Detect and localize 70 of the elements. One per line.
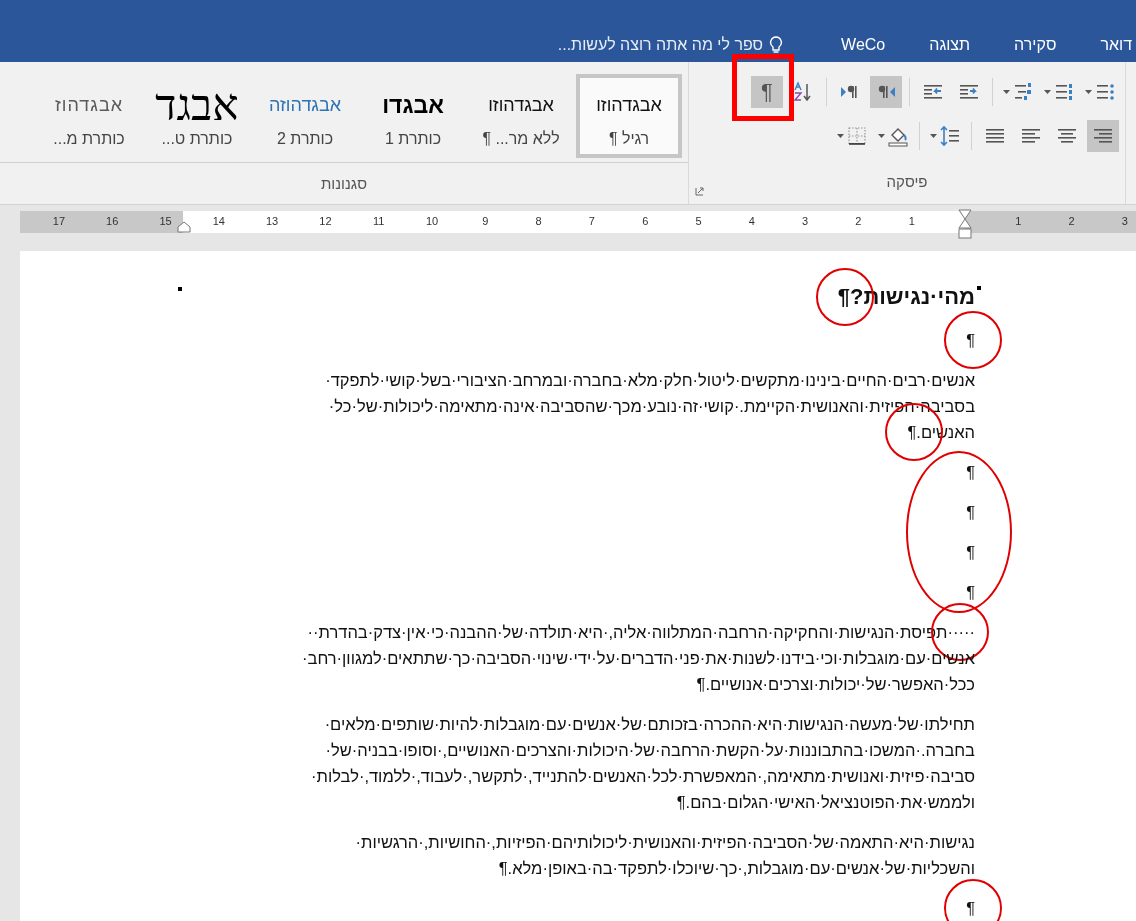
- paragraph-mark: ¶: [966, 895, 975, 921]
- text-line: ככל·האפשר·של·יכולות·וצרכים·אנושיים.¶: [696, 674, 975, 695]
- ruler-number: 2: [1068, 215, 1075, 227]
- ruler-number: 15: [159, 215, 172, 227]
- indent-marker-icon[interactable]: [958, 209, 972, 241]
- text-line: בחברה.·המשכו·בהתבוננות·על·הקשת·הרחבה·של·היכולות·והצרכים·האנושיים,·וסופו·בבניה·של·: [325, 740, 975, 761]
- dropdown-caret-icon: [837, 134, 844, 138]
- style-option[interactable]: אבגדהוז כותרת מ...: [36, 74, 142, 158]
- ruler-number: 16: [106, 215, 119, 227]
- lightbulb-icon: [769, 36, 784, 54]
- crop-mark: [178, 287, 182, 291]
- ruler-number: 10: [425, 215, 439, 227]
- text-line: תחילתו·של·מעשה·הנגישות·היא·ההכרה·בזכותם·של·אנשים·עם·מוגבלות·להיות·שותפים·מלאים·: [324, 714, 975, 735]
- ruler-number: 3: [802, 215, 809, 227]
- text-line: אנשים·רבים·החיים·בינינו·מתקשים·ליטול·חלק·מלא·בחברה·ובמרחב·הציבורי·בשל·קושי·לתפקד·: [325, 370, 975, 391]
- toolbar-button[interactable]: [1087, 120, 1119, 152]
- heading-mark: [977, 286, 981, 290]
- ruler-number: 3: [1121, 215, 1128, 227]
- paragraph-mark: ¶: [966, 542, 975, 563]
- ruler-number: 8: [535, 215, 542, 227]
- group-label: פיסקה: [886, 172, 928, 190]
- dropdown-caret-icon: [930, 134, 937, 138]
- menu-tab[interactable]: סקירה: [1014, 36, 1057, 54]
- menu-tab[interactable]: תצוגה: [929, 36, 971, 54]
- bullet-list-icon: [1094, 81, 1116, 103]
- paragraph-mark: ¶: [966, 327, 975, 353]
- text-line: אנשים·עם·מוגבלות·וכי·בידנו·לשנות·את·פני·הדברים·על·ידי·שינוי·הסביבה·כך·שתתאים·למגוון·רחב·: [302, 648, 975, 669]
- style-option[interactable]: אבגדו כותרת 1: [360, 74, 466, 158]
- style-option[interactable]: אבגדהוזו ללא מר... ¶: [468, 74, 574, 158]
- ruler-number: 11: [373, 215, 385, 227]
- paragraph-mark: ¶: [966, 502, 975, 523]
- dropdown-caret-icon: [1003, 90, 1010, 94]
- text-line: סביבה·פיזית·ואנושית·מתאימה,·המאפשרת·לכל·האנשים·להתנייד,·לתקשר,·לעבוד,·ללמוד,·לבלות·: [311, 766, 975, 787]
- dropdown-caret-icon: [1044, 90, 1051, 94]
- style-option[interactable]: אבגדהוזו רגיל ¶: [576, 74, 682, 158]
- ruler-number: 1: [1015, 215, 1022, 227]
- indent-marker-icon[interactable]: [177, 221, 191, 233]
- dropdown-caret-icon: [878, 134, 885, 138]
- text-line: ולממש·את·הפוטנציאל·האישי·הגלום·בהם.¶: [676, 792, 975, 813]
- dropdown-caret-icon: [1085, 90, 1092, 94]
- ruler-number: 5: [695, 215, 702, 227]
- ruler-number: 2: [855, 215, 862, 227]
- ruler-number: 4: [748, 215, 755, 227]
- ruler-number: 6: [642, 215, 649, 227]
- numbered-list-icon: [1053, 81, 1075, 103]
- sort-icon: [792, 81, 814, 103]
- show-formatting-button[interactable]: ¶: [751, 76, 783, 108]
- ruler-number: 13: [265, 215, 279, 227]
- style-option[interactable]: אבגדהוזה כותרת 2: [252, 74, 358, 158]
- ruler-number: 17: [52, 215, 65, 227]
- ruler-number: 1: [908, 215, 915, 227]
- group-label: סגנונות: [321, 175, 367, 192]
- text-line: והשכליות·של·אנשים·עם·מוגבלות,·כך·שיוכלו·לתפקד·בה·באופן·מלא.¶: [498, 858, 975, 879]
- multilevel-list-icon: [1012, 81, 1034, 103]
- ruler-number: 9: [482, 215, 489, 227]
- style-option[interactable]: אבגד כותרת ט...: [144, 74, 250, 158]
- line-spacing-icon: [939, 125, 961, 147]
- ruler-number: 14: [212, 215, 225, 227]
- dialog-launcher-icon[interactable]: [695, 187, 704, 196]
- text-line: נגישות·היא·התאמה·של·הסביבה·הפיזית·והאנושית·ליכולותיהם·הפיזיות,·החושיות,·הרגשיות·: [355, 832, 975, 853]
- toolbar-button[interactable]: [870, 76, 902, 108]
- paragraph-mark: ¶: [966, 462, 975, 483]
- paragraph-mark: ¶: [966, 582, 975, 603]
- ruler-number: 12: [319, 215, 332, 227]
- borders-icon: [846, 125, 868, 147]
- ruler-number: 7: [588, 215, 595, 227]
- text-line: בסביבה·הפיזית·והאנושית·הקיימת.·קושי·זה·נובע·מכך·שהסביבה·אינה·מתאימה·ליכולות·של·כל·: [328, 396, 975, 417]
- menu-tab[interactable]: WeCo: [841, 36, 886, 54]
- tell-me-field[interactable]: ספר לי מה אתה רוצה לעשות...: [557, 36, 784, 54]
- menu-tab[interactable]: דואר: [1100, 36, 1132, 54]
